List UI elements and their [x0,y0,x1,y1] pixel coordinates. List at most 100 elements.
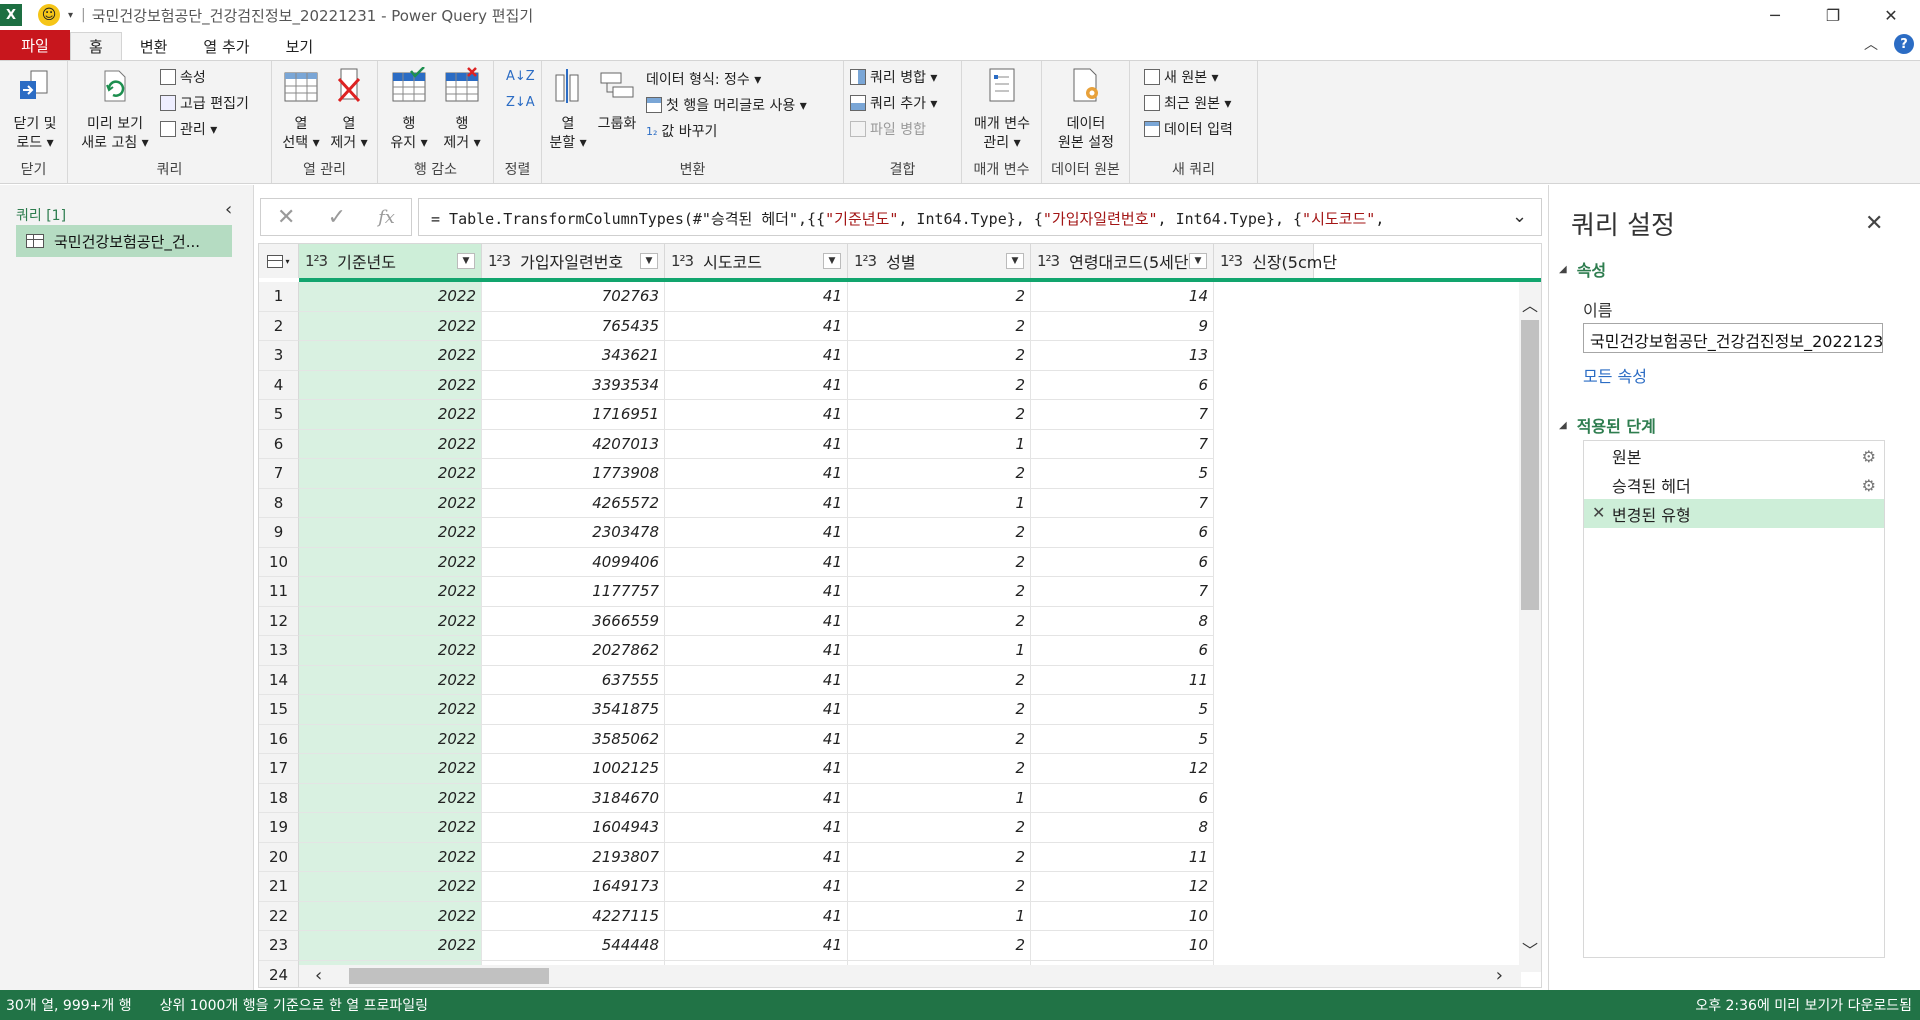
choose-columns-button[interactable]: 열 선택 ▾ [278,67,324,153]
advanced-editor-button[interactable]: 고급 편집기 [160,93,249,113]
column-filter-dropdown-icon[interactable]: ▼ [1189,253,1207,269]
table-cell[interactable]: 2 [848,459,1031,489]
properties-section[interactable]: ◢ 속성 [1559,257,1606,281]
row-number[interactable]: 2 [259,311,299,341]
table-cell[interactable]: 5 [1031,695,1214,725]
table-cell[interactable]: 2022 [299,931,482,961]
table-cell[interactable]: 2022 [299,282,482,312]
table-cell[interactable]: 41 [665,872,848,902]
query-name-input[interactable]: 국민건강보험공단_건강검진정보_20221231 [1583,323,1883,353]
whole-number-type-icon[interactable]: 1²3 [671,252,694,270]
minimize-button[interactable]: ─ [1746,0,1804,30]
manage-parameters-button[interactable]: 매개 변수 관리 ▾ [966,67,1038,153]
table-cell[interactable]: 8 [1031,606,1214,636]
table-cell[interactable]: 41 [665,813,848,843]
whole-number-type-icon[interactable]: 1²3 [305,252,328,270]
table-cell[interactable]: 343621 [482,341,665,371]
manage-button[interactable]: 관리 ▾ [160,119,217,139]
table-cell[interactable]: 2 [848,695,1031,725]
table-cell[interactable]: 1 [848,783,1031,813]
table-cell[interactable]: 2 [848,872,1031,902]
column-filter-dropdown-icon[interactable]: ▼ [457,253,475,269]
whole-number-type-icon[interactable]: 1²3 [488,252,511,270]
table-cell[interactable]: 10 [1031,901,1214,931]
table-cell[interactable]: 1 [848,901,1031,931]
column-header[interactable]: 1²3 시도코드 ▼ [665,244,848,278]
table-cell[interactable]: 3184670 [482,783,665,813]
table-cell[interactable]: 2 [848,547,1031,577]
table-cell[interactable]: 1 [848,488,1031,518]
scroll-left-icon[interactable]: ‹ [315,965,322,986]
table-cell[interactable]: 41 [665,370,848,400]
table-cell[interactable]: 41 [665,901,848,931]
formula-bar[interactable]: = Table.TransformColumnTypes(#"승격된 헤더",{… [418,198,1542,236]
refresh-preview-button[interactable]: 미리 보기 새로 고침 ▾ [72,67,158,153]
table-cell[interactable]: 1 [848,636,1031,666]
row-number[interactable]: 6 [259,429,299,459]
table-cell[interactable]: 2 [848,370,1031,400]
gear-icon[interactable]: ⚙ [1862,476,1876,495]
query-item[interactable]: 국민건강보험공단_건... [16,225,232,257]
tab-transform[interactable]: 변환 [122,32,186,60]
table-cell[interactable]: 41 [665,282,848,312]
table-cell[interactable]: 2022 [299,370,482,400]
close-icon[interactable]: ✕ [1865,211,1883,236]
table-cell[interactable]: 2027862 [482,636,665,666]
table-cell[interactable]: 6 [1031,370,1214,400]
horizontal-scroll-thumb[interactable] [349,968,549,984]
table-cell[interactable]: 1716951 [482,400,665,430]
table-cell[interactable]: 2022 [299,606,482,636]
tab-home[interactable]: 홈 [70,32,122,60]
row-number[interactable]: 5 [259,400,299,430]
remove-rows-button[interactable]: 행 제거 ▾ [436,67,488,153]
table-cell[interactable]: 2022 [299,842,482,872]
table-cell[interactable]: 2022 [299,518,482,548]
row-number[interactable]: 20 [259,842,299,872]
row-number[interactable]: 12 [259,606,299,636]
table-cell[interactable]: 6 [1031,518,1214,548]
table-cell[interactable]: 2 [848,931,1031,961]
table-cell[interactable]: 41 [665,606,848,636]
row-number[interactable]: 1 [259,282,299,312]
table-cell[interactable]: 6 [1031,547,1214,577]
table-cell[interactable]: 3585062 [482,724,665,754]
table-cell[interactable]: 4227115 [482,901,665,931]
table-cell[interactable]: 41 [665,429,848,459]
table-cell[interactable]: 4265572 [482,488,665,518]
table-cell[interactable]: 8 [1031,813,1214,843]
table-cell[interactable]: 5 [1031,459,1214,489]
table-cell[interactable]: 2 [848,282,1031,312]
table-cell[interactable]: 2303478 [482,518,665,548]
table-cell[interactable]: 3541875 [482,695,665,725]
tab-add-column[interactable]: 열 추가 [185,32,267,60]
column-header[interactable]: 1²3 연령대코드(5세단... ▼ [1031,244,1214,278]
table-cell[interactable]: 41 [665,842,848,872]
step-promoted-headers[interactable]: 승격된 헤더 ⚙ [1584,470,1884,499]
whole-number-type-icon[interactable]: 1²3 [854,252,877,270]
row-number[interactable]: 17 [259,754,299,784]
row-number[interactable]: 4 [259,370,299,400]
quick-access-dropdown-icon[interactable]: ▾ [68,10,73,21]
feedback-smiley-icon[interactable]: ☺ [38,4,60,26]
table-cell[interactable]: 2022 [299,547,482,577]
use-first-row-header-button[interactable]: 첫 행을 머리글로 사용 ▾ [646,95,807,115]
combine-files-button[interactable]: 파일 병합 [850,119,926,139]
table-cell[interactable]: 41 [665,577,848,607]
table-cell[interactable]: 14 [1031,282,1214,312]
sort-descending-button[interactable]: Z↓A [506,95,535,110]
row-number[interactable]: 16 [259,724,299,754]
table-cell[interactable]: 2 [848,400,1031,430]
table-cell[interactable]: 2 [848,665,1031,695]
row-number[interactable]: 8 [259,488,299,518]
table-cell[interactable]: 1773908 [482,459,665,489]
expand-formula-icon[interactable]: ⌄ [1512,206,1527,227]
table-cell[interactable]: 4099406 [482,547,665,577]
enter-data-button[interactable]: 데이터 입력 [1144,119,1233,139]
table-cell[interactable]: 6 [1031,636,1214,666]
merge-queries-button[interactable]: 쿼리 병합 ▾ [850,67,937,87]
table-cell[interactable]: 1 [848,429,1031,459]
table-cell[interactable]: 13 [1031,341,1214,371]
column-header[interactable]: 1²3 성별 ▼ [848,244,1031,278]
table-cell[interactable]: 2 [848,341,1031,371]
horizontal-scrollbar[interactable]: ‹ › [299,965,1521,987]
